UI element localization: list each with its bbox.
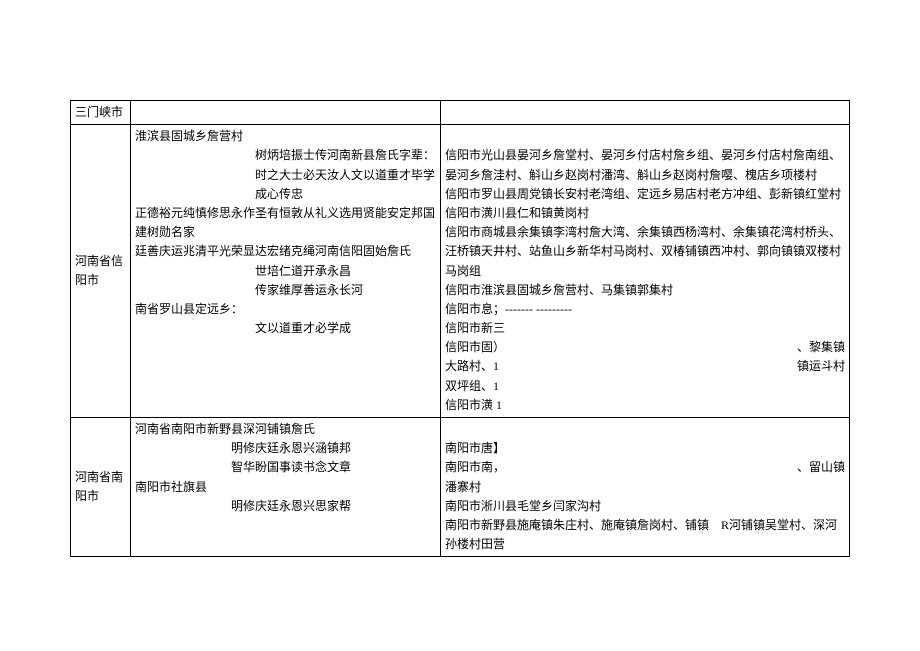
text: 大路村、1	[445, 359, 499, 373]
text: 信阳市光山县晏河乡詹堂村、晏河乡付店村詹乡组、晏河乡付店村詹南组、晏河乡詹洼村、…	[445, 146, 845, 184]
cell-mid: 淮滨县固城乡詹营村 树炳培振士传河南新县詹氏字辈： 时之大士必天汝人文以道重才毕…	[131, 125, 441, 418]
text: 文以道重才必学成	[135, 319, 436, 338]
cell-right: 南阳市唐】 南阳市南， 、留山镇 潘寨村 南阳市淅川县毛堂乡闫家沟村 南阳市新野县…	[441, 418, 850, 557]
text: 、黎集镇	[797, 338, 845, 357]
cell-region: 河南省信阳市	[71, 125, 131, 418]
text: 信阳市商城县余集镇李湾村詹大湾、余集镇西杨湾村、余集镇花湾村桥头、汪桥镇天井村、…	[445, 223, 845, 281]
cell-right: 信阳市光山县晏河乡詹堂村、晏河乡付店村詹乡组、晏河乡付店村詹南组、晏河乡詹洼村、…	[441, 125, 850, 418]
text: 、留山镇	[797, 458, 845, 477]
cell-region: 三门峡市	[71, 101, 131, 125]
cell-region: 河南省南阳市	[71, 418, 131, 557]
text: 智华盼国事读书念文章	[135, 458, 436, 477]
table-row: 三门峡市	[71, 101, 850, 125]
text: 河南省南阳市	[75, 470, 123, 503]
text: 南阳市淅川县毛堂乡闫家沟村	[445, 497, 845, 516]
cell-mid: 河南省南阳市新野县深河铺镇詹氏 明修庆廷永恩兴涵镇邦 智华盼国事读书念文章 南阳…	[131, 418, 441, 557]
table-row: 河南省信阳市 淮滨县固城乡詹营村 树炳培振士传河南新县詹氏字辈： 时之大士必天汝…	[71, 125, 850, 418]
text: 信阳市新三	[445, 319, 845, 338]
text: 南阳市新野县施庵镇朱庄村、施庵镇詹岗村、铺镇 R河铺镇吴堂村、深河孙楼村田营	[445, 516, 845, 554]
table-row: 河南省南阳市 河南省南阳市新野县深河铺镇詹氏 明修庆廷永恩兴涵镇邦 智华盼国事读…	[71, 418, 850, 557]
text: 南省罗山县定远乡：	[135, 300, 436, 319]
text: 世培仁道开承永昌	[135, 262, 436, 281]
document-table: 三门峡市 河南省信阳市 淮滨县固城乡詹营村 树炳培振士传河南新县詹氏字辈： 时之…	[70, 100, 850, 557]
text: 信阳市固）	[445, 340, 505, 354]
cell-right	[441, 101, 850, 125]
text: 信阳市罗山县周党镇长安村老湾组、定远乡易店村老方冲组、彭新镇红堂村	[445, 185, 845, 204]
text: 信阳市潢 1	[445, 396, 845, 415]
text: 南阳市社旗县	[135, 478, 436, 497]
text: 淮滨县固城乡詹营村	[135, 127, 436, 146]
cell-mid	[131, 101, 441, 125]
text: 时之大士必天汝人文以道重才毕学成心传忠	[135, 166, 436, 204]
text: 明修庆廷永恩兴思家帮	[135, 497, 436, 516]
text: 树炳培振士传河南新县詹氏字辈：	[135, 146, 436, 165]
text: 明修庆廷永恩兴涵镇邦	[135, 439, 436, 458]
text: 三门峡市	[75, 105, 123, 119]
text: 双坪组、1	[445, 377, 845, 396]
text: 廷善庆运兆清平光荣显达宏绪克绳河南信阳固始詹氏	[135, 242, 436, 261]
text: 南阳市唐】	[445, 439, 845, 458]
text: 镇运斗村	[797, 357, 845, 376]
text: 信阳市淮滨县固城乡詹营村、马集镇郭集村	[445, 281, 845, 300]
text: 潘寨村	[445, 478, 845, 497]
text: 河南省南阳市新野县深河铺镇詹氏	[135, 420, 436, 439]
text: 信阳市潢川县仁和镇黄岗村	[445, 204, 845, 223]
text: 河南省信阳市	[75, 254, 123, 287]
text: 南阳市南，	[445, 460, 505, 474]
text: 信阳市息；------- ---------	[445, 300, 845, 319]
text: 传家维厚善运永长河	[135, 281, 436, 300]
text: 正德裕元纯慎修思永作圣有恒敦从礼义选用贤能安定邦国建树勋名家	[135, 204, 436, 242]
